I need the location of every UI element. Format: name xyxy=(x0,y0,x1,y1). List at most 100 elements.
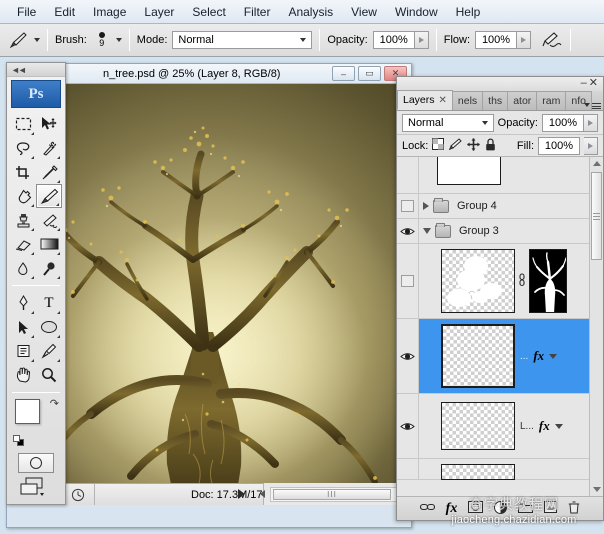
gradient-tool[interactable] xyxy=(36,232,62,256)
layer-opacity-value[interactable]: 100% xyxy=(542,113,584,132)
layer-visibility-toggle[interactable] xyxy=(397,459,419,479)
brush-tool[interactable] xyxy=(36,184,62,208)
group-disclosure-collapsed-icon[interactable] xyxy=(423,202,429,210)
menu-item-edit[interactable]: Edit xyxy=(45,2,84,22)
airbrush-icon[interactable] xyxy=(539,29,563,51)
lock-image-pixels-icon[interactable] xyxy=(449,138,463,153)
ellipse-shape-tool-menu-icon[interactable] xyxy=(57,335,60,338)
add-layer-mask-button[interactable] xyxy=(468,501,484,516)
layer-list[interactable]: Group 4 Group 3 ... fx L... fx xyxy=(397,157,603,497)
move-tool[interactable] xyxy=(36,112,62,136)
lock-position-icon[interactable] xyxy=(467,137,481,154)
layer-thumbnail[interactable] xyxy=(441,402,515,450)
delete-layer-button[interactable] xyxy=(568,500,580,517)
swap-colors-icon[interactable]: ↷ xyxy=(50,397,59,410)
scroll-left-arrow-icon[interactable] xyxy=(255,483,270,505)
layer-visibility-toggle[interactable] xyxy=(397,319,419,393)
menu-item-window[interactable]: Window xyxy=(386,2,447,22)
layer-list-scrollbar[interactable] xyxy=(589,157,603,496)
gradient-tool-menu-icon[interactable] xyxy=(57,252,60,255)
scroll-up-arrow-icon[interactable] xyxy=(590,157,603,170)
layer-visibility-toggle[interactable] xyxy=(397,244,419,318)
layer-name[interactable]: Group 4 xyxy=(453,200,497,212)
magic-wand-tool-menu-icon[interactable] xyxy=(57,156,60,159)
layer-blend-mode-select[interactable]: Normal xyxy=(402,113,494,132)
layer-effects-fx-icon[interactable]: fx xyxy=(539,418,550,434)
layer-visibility-toggle[interactable] xyxy=(397,394,419,458)
flow-value[interactable]: 100% xyxy=(475,31,518,49)
table-row[interactable] xyxy=(397,459,589,480)
layer-thumbnail[interactable] xyxy=(441,249,515,313)
clone-stamp-tool-menu-icon[interactable] xyxy=(31,228,34,231)
screen-mode-icon[interactable] xyxy=(16,476,56,498)
blend-mode-select[interactable]: Normal xyxy=(172,31,313,49)
table-row[interactable]: L... fx xyxy=(397,394,589,459)
tab-paths[interactable]: ths xyxy=(482,91,509,110)
dodge-tool[interactable] xyxy=(36,256,62,280)
panel-close-button[interactable]: ✕ xyxy=(589,77,600,89)
link-chain-icon[interactable] xyxy=(518,272,526,290)
document-title-bar[interactable]: n_tree.psd @ 25% (Layer 8, RGB/8) – ▭ ✕ xyxy=(7,64,411,84)
brush-picker-arrow-icon[interactable] xyxy=(115,38,122,42)
brush-icon[interactable] xyxy=(6,29,30,51)
group-disclosure-expanded-icon[interactable] xyxy=(423,228,431,234)
slice-tool[interactable] xyxy=(36,160,62,184)
menu-item-select[interactable]: Select xyxy=(183,2,234,22)
panel-title-bar[interactable]: –✕ xyxy=(397,77,603,91)
fill-value[interactable]: 100% xyxy=(538,136,580,155)
clock-icon[interactable] xyxy=(61,484,95,505)
slice-tool-menu-icon[interactable] xyxy=(57,180,60,183)
panel-minimize-button[interactable]: – xyxy=(581,77,589,89)
dodge-tool-menu-icon[interactable] xyxy=(57,276,60,279)
table-row[interactable]: ... fx xyxy=(397,319,589,394)
new-group-button[interactable] xyxy=(518,501,534,516)
menu-item-file[interactable]: File xyxy=(8,2,45,22)
opacity-slider-arrow-icon[interactable] xyxy=(414,31,429,49)
tools-panel-collapse[interactable]: ◄◄ xyxy=(7,63,65,77)
menu-item-analysis[interactable]: Analysis xyxy=(279,2,342,22)
type-tool-menu-icon[interactable] xyxy=(57,311,60,314)
brush-size-preview[interactable]: 9 xyxy=(92,32,112,48)
hand-tool[interactable] xyxy=(10,363,36,387)
notes-tool[interactable] xyxy=(10,339,36,363)
layer-visibility-toggle[interactable] xyxy=(397,219,419,243)
menu-item-filter[interactable]: Filter xyxy=(235,2,280,22)
vscroll-track[interactable] xyxy=(590,170,603,483)
type-tool[interactable]: T xyxy=(36,291,62,315)
pen-tool-menu-icon[interactable] xyxy=(31,311,34,314)
healing-brush-tool[interactable] xyxy=(10,184,36,208)
scroll-down-arrow-icon[interactable] xyxy=(590,483,603,496)
horizontal-scrollbar[interactable]: III xyxy=(238,483,411,505)
fill-slider-arrow-icon[interactable] xyxy=(584,136,598,155)
eraser-tool-menu-icon[interactable] xyxy=(31,252,34,255)
chevron-down-icon[interactable] xyxy=(549,353,558,359)
hscroll-track[interactable]: III xyxy=(270,486,411,502)
layer-thumbnail[interactable] xyxy=(437,157,501,185)
layer-mask-thumbnail[interactable] xyxy=(529,249,567,313)
new-layer-button[interactable] xyxy=(544,501,558,516)
canvas-area[interactable]: 25% Doc: 17.3M/176.2M III xyxy=(7,84,411,505)
eyedropper-tool[interactable] xyxy=(36,339,62,363)
history-brush-tool[interactable] xyxy=(36,208,62,232)
foreground-color-swatch[interactable] xyxy=(15,399,40,424)
panel-menu-icon[interactable] xyxy=(584,103,601,109)
eraser-tool[interactable] xyxy=(10,232,36,256)
ellipse-shape-tool[interactable] xyxy=(36,315,62,339)
notes-tool-menu-icon[interactable] xyxy=(31,359,34,362)
marquee-tool[interactable] xyxy=(10,112,36,136)
flow-control[interactable]: 100% xyxy=(475,31,532,49)
table-row[interactable] xyxy=(397,157,589,194)
menu-item-view[interactable]: View xyxy=(342,2,386,22)
pen-tool[interactable] xyxy=(10,291,36,315)
tab-channels[interactable]: nels xyxy=(451,91,484,110)
table-row[interactable] xyxy=(397,244,589,319)
menu-item-image[interactable]: Image xyxy=(84,2,135,22)
path-selection-tool[interactable] xyxy=(10,315,36,339)
minimize-button[interactable]: – xyxy=(332,66,355,81)
close-icon[interactable]: ✕ xyxy=(439,95,447,106)
quick-mask-icon[interactable] xyxy=(18,453,54,473)
blur-tool[interactable] xyxy=(10,256,36,280)
brush-tool-menu-icon[interactable] xyxy=(56,203,59,206)
link-layers-button[interactable] xyxy=(419,502,435,515)
layer-name[interactable]: L... xyxy=(520,421,534,432)
